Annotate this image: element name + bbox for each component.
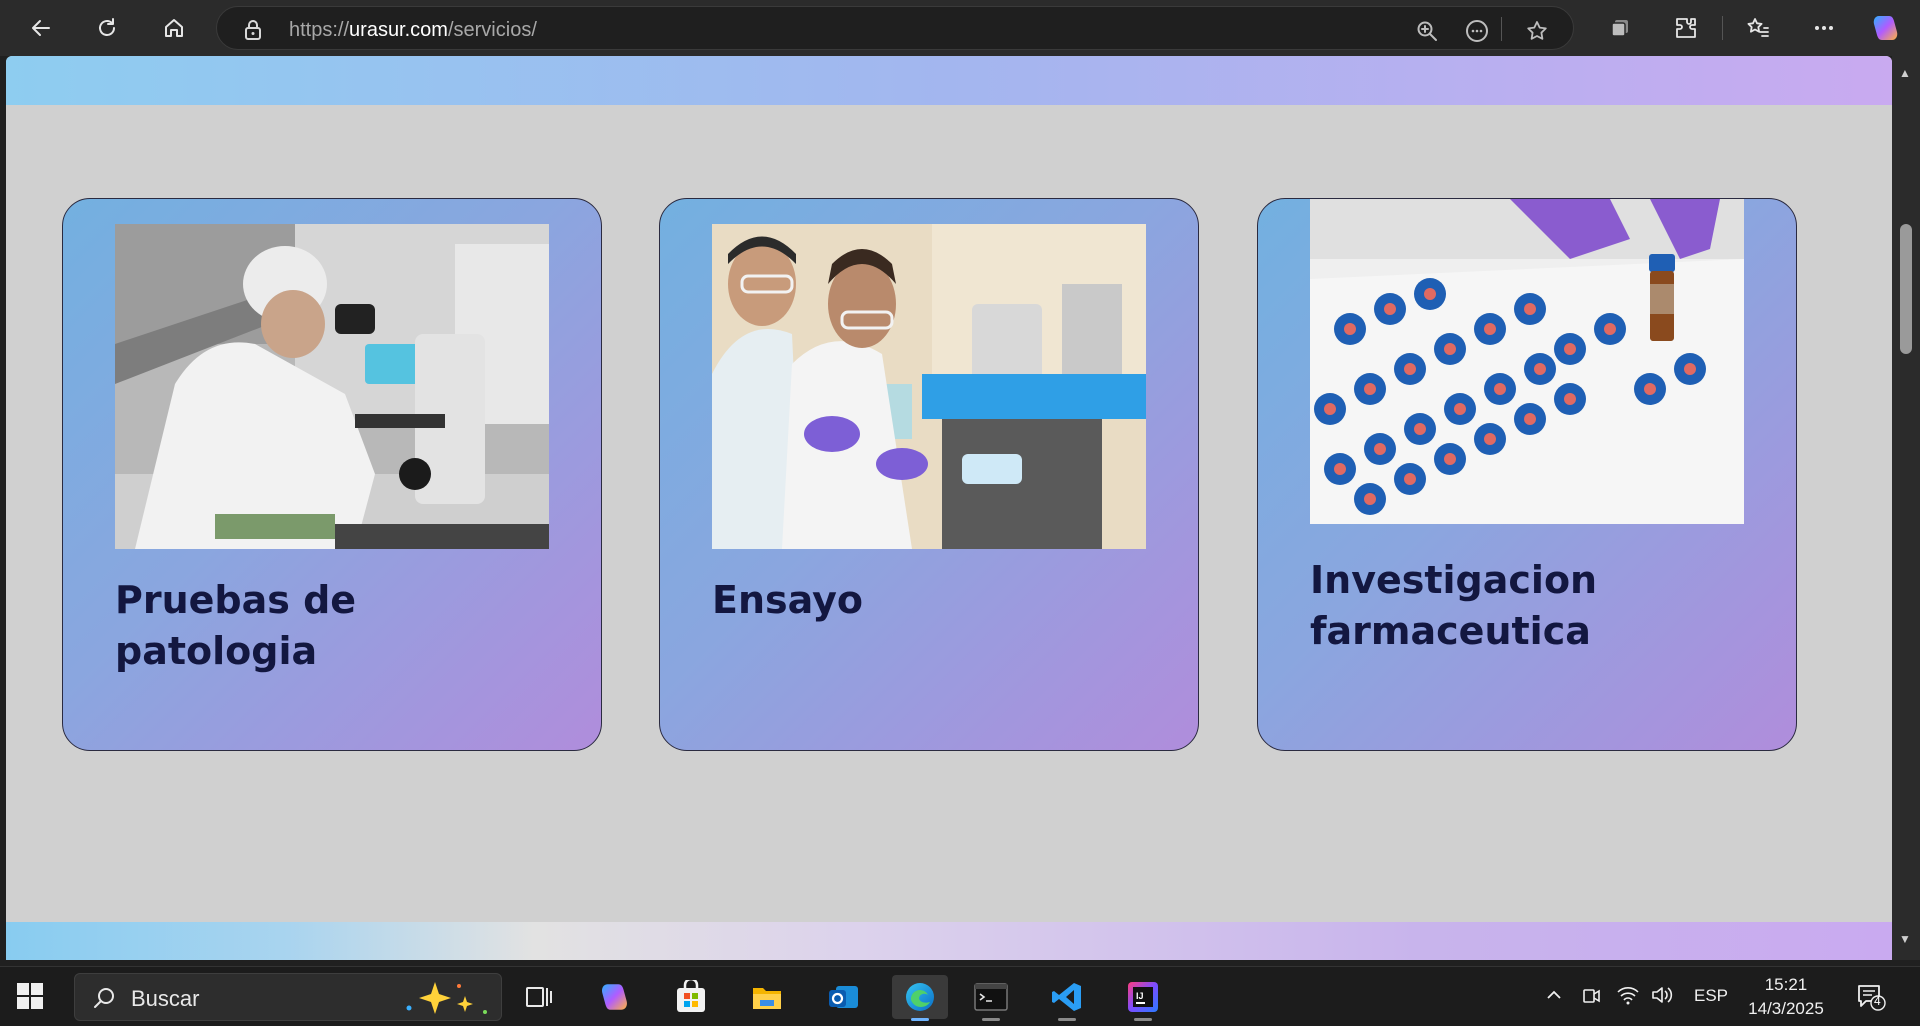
collections-icon[interactable] [1604, 12, 1636, 44]
start-button[interactable] [16, 982, 44, 1015]
copilot-app-icon [601, 984, 627, 1010]
scroll-up-icon[interactable]: ▲ [1899, 66, 1911, 80]
vscode-icon [1052, 983, 1081, 1011]
running-indicator [1058, 1018, 1076, 1021]
taskbar-app-edge[interactable] [892, 975, 948, 1021]
task-view-icon [526, 987, 552, 1007]
header-gradient-band [6, 56, 1892, 105]
windows-taskbar: Buscar IJ ESP 15:21 14/3/2025 4 [0, 966, 1920, 1026]
clock-date: 14/3/2025 [1748, 999, 1824, 1018]
refresh-button[interactable] [90, 11, 124, 45]
search-placeholder: Buscar [131, 986, 200, 1011]
search-icon [91, 985, 117, 1016]
url-domain: urasur.com [349, 19, 448, 41]
service-card-title: Investigacion farmaceutica [1310, 558, 1598, 653]
meeting-icon[interactable] [1580, 984, 1602, 1011]
notification-count: 4 [1874, 994, 1881, 1008]
service-card-pharma-research[interactable]: Investigacion farmaceutica [1257, 198, 1797, 751]
toolbar-divider [1722, 16, 1723, 40]
back-button[interactable] [24, 11, 58, 45]
search-highlight-icon [395, 978, 495, 1023]
back-arrow-icon [32, 20, 50, 36]
scientists-lab-equipment-photo [712, 224, 1146, 549]
taskbar-app-intellij[interactable]: IJ [1120, 975, 1166, 1021]
favorites-list-icon[interactable] [1742, 12, 1774, 44]
edge-icon [906, 983, 934, 1011]
taskbar-app-copilot[interactable] [592, 975, 638, 1019]
intellij-icon: IJ [1128, 982, 1158, 1012]
active-indicator [911, 1018, 929, 1021]
address-bar[interactable]: https://urasur.com/servicios/ [216, 6, 1574, 50]
store-icon [677, 980, 705, 1012]
scroll-down-icon[interactable]: ▼ [1899, 932, 1911, 946]
running-indicator [1134, 1018, 1152, 1021]
notification-icon [1858, 985, 1886, 1011]
taskbar-app-file-explorer[interactable] [744, 975, 790, 1019]
scientist-microscope-photo [115, 224, 549, 549]
taskbar-app-vscode[interactable] [1044, 975, 1090, 1021]
settings-more-icon[interactable] [1808, 12, 1840, 44]
url-text[interactable]: https://urasur.com/servicios/ [289, 19, 537, 42]
url-path: /servicios/ [447, 19, 537, 41]
terminal-icon [974, 983, 1008, 1011]
service-card-title: Ensayo [712, 578, 863, 622]
windows-logo-icon [17, 983, 43, 1009]
task-view-button[interactable] [516, 975, 562, 1019]
clock-time: 15:21 [1764, 975, 1808, 994]
running-indicator [982, 1018, 1000, 1021]
home-button[interactable] [157, 11, 191, 45]
taskbar-app-store[interactable] [668, 975, 714, 1019]
taskbar-search[interactable]: Buscar [74, 973, 502, 1021]
service-card-assay[interactable]: Ensayo [659, 198, 1199, 751]
page-viewport: Pruebas de patologia Ensayo Investigacio… [6, 56, 1892, 960]
refresh-icon [99, 18, 115, 36]
notifications-button[interactable]: 4 [1856, 983, 1886, 1016]
tray-overflow-chevron-icon[interactable] [1544, 985, 1564, 1010]
browser-toolbar: https://urasur.com/servicios/ [0, 0, 1920, 56]
url-prefix: https:// [289, 19, 350, 41]
footer-gradient-band [6, 922, 1892, 960]
volume-icon[interactable] [1650, 984, 1674, 1011]
taskbar-app-terminal[interactable] [968, 975, 1014, 1021]
lock-icon [243, 19, 263, 46]
folder-icon [753, 988, 781, 1009]
address-divider [1501, 17, 1502, 41]
wifi-icon[interactable] [1616, 984, 1640, 1011]
language-indicator[interactable]: ESP [1694, 986, 1728, 1006]
service-card-title: Pruebas de patologia [115, 578, 357, 673]
taskbar-clock[interactable]: 15:21 14/3/2025 [1738, 973, 1834, 1021]
service-card-pathology[interactable]: Pruebas de patologia [62, 198, 602, 751]
home-icon [165, 19, 183, 37]
vials-tray-photo [1310, 199, 1744, 524]
svg-text:IJ: IJ [1136, 991, 1144, 1001]
taskbar-app-outlook[interactable] [820, 975, 866, 1019]
favorite-star-icon[interactable] [1525, 19, 1549, 43]
extensions-icon[interactable] [1670, 12, 1702, 44]
more-page-options-icon[interactable] [1465, 19, 1489, 43]
copilot-icon[interactable] [1870, 12, 1902, 44]
scrollbar-thumb[interactable] [1900, 224, 1912, 354]
outlook-icon [829, 986, 858, 1008]
zoom-icon[interactable] [1415, 19, 1439, 43]
page-scrollbar[interactable]: ▲ ▼ [1892, 56, 1920, 960]
